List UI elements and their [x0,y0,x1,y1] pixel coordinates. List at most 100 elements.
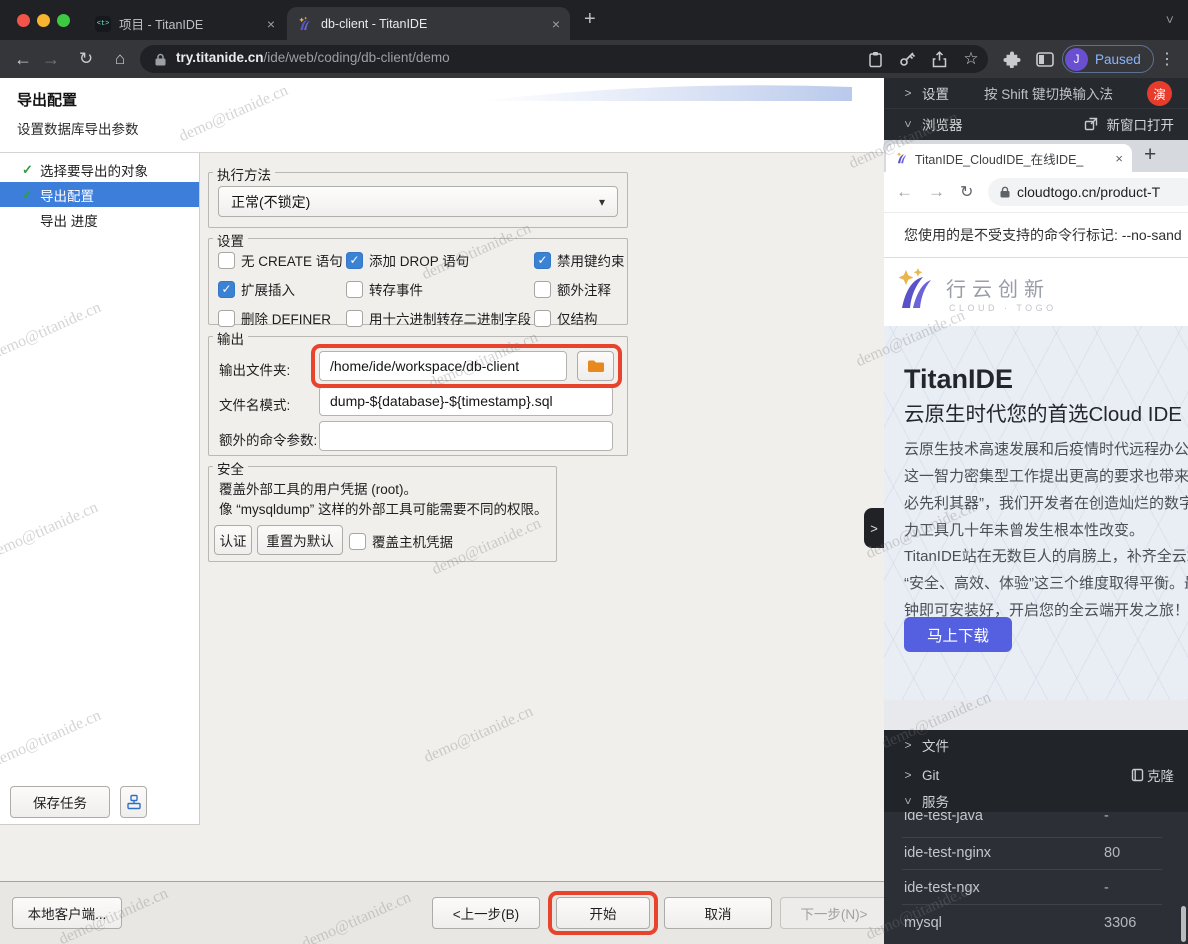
clone-repo-label[interactable]: 克隆 [1147,765,1174,785]
avatar: J [1065,48,1088,71]
download-button[interactable]: 马上下载 [904,617,1012,652]
option-label: 用十六进制转存二进制字段 [369,308,531,328]
page-title: 导出配置 [17,89,77,110]
tab-strip: <t> 项目 - TitanIDE × db-client - TitanIDE… [0,0,1188,40]
checkbox-icon: ✓ [346,281,363,298]
cloudtogo-logo-block: 行云创新 CLOUD · TOGO [884,258,1188,326]
open-new-window-icon[interactable] [1084,117,1098,131]
files-panel-label: 文件 [922,735,949,755]
services-panel-label: 服务 [922,791,949,811]
embedded-tab[interactable]: TitanIDE_CloudIDE_在线IDE_ × [886,144,1132,172]
service-name: ide-test-java [904,812,983,824]
service-row[interactable]: mysql 3306 [884,909,1188,939]
panel-collapse-handle[interactable]: > [864,508,884,548]
minimize-window-button[interactable] [37,14,50,27]
option-disable-keys[interactable]: ✓禁用键约束 [534,250,625,270]
extra-args-input[interactable] [319,421,613,451]
option-structure-only[interactable]: ✓仅结构 [534,308,625,328]
hero-title: TitanIDE [904,364,1013,395]
clone-repo-icon[interactable] [1131,768,1144,782]
bookmark-star-icon[interactable]: ☆ [961,40,981,78]
clipboard-icon[interactable] [866,40,884,78]
unsupported-flag-warning: 您使用的是不受支持的命令行标记: --no-sand [884,212,1188,258]
embedded-address-bar[interactable]: cloudtogo.cn/product-T [988,178,1188,206]
group-label: 输出 [213,328,248,348]
service-row[interactable]: ide-test-java - [884,812,1188,832]
exec-method-select[interactable]: 正常(不锁定) ▾ [218,186,618,217]
share-icon[interactable] [930,40,948,78]
local-client-button[interactable]: 本地客户端... [12,897,122,929]
scrollbar-thumb[interactable] [1181,906,1186,942]
zoom-window-button[interactable] [57,14,70,27]
git-panel-row[interactable]: > Git 克隆 [884,760,1188,790]
profile-chip[interactable]: J Paused [1062,45,1154,73]
chevron-down-icon: ▾ [599,195,605,209]
security-line2: 像 “mysqldump” 这样的外部工具可能需要不同的权限。 [219,498,548,518]
back-icon[interactable]: ← [12,40,34,78]
reset-default-button[interactable]: 重置为默认 [257,525,343,555]
browser-toolbar: ← → ↻ ⌂ try.titanide.cn/ide/web/coding/d… [0,40,1188,78]
forward-icon[interactable]: → [928,172,945,212]
back-step-button[interactable]: <上一步(B) [432,897,540,929]
tab-db-client[interactable]: db-client - TitanIDE × [287,7,570,40]
service-name: ide-test-ngx [904,880,980,896]
settings-section-row[interactable]: > 设置 按 Shift 键切换输入法 演 [884,78,1188,109]
auth-button[interactable]: 认证 [214,525,252,555]
tab-project[interactable]: <t> 项目 - TitanIDE × [85,7,285,40]
service-row[interactable]: ide-test-ngx - [884,874,1188,904]
step-export-config[interactable]: ✓ 导出配置 [0,182,199,207]
tab-search-icon[interactable]: > [1163,16,1178,24]
service-name: ide-test-nginx [904,845,991,861]
step-select-objects[interactable]: ✓ 选择要导出的对象 [0,157,199,182]
files-panel-row[interactable]: > 文件 [884,730,1188,760]
option-extra-comments[interactable]: ✓额外注释 [534,279,625,299]
open-new-window-label[interactable]: 新窗口打开 [1107,114,1175,134]
new-tab-button[interactable]: + [584,8,596,31]
close-tab-icon[interactable]: × [1115,151,1123,166]
page-subtitle: 设置数据库导出参数 [17,118,139,138]
chevron-right-icon: > [902,768,914,782]
option-remove-definer[interactable]: ✓删除 DEFINER [218,308,346,328]
row-divider [902,869,1162,870]
side-panel-icon[interactable] [1035,40,1055,78]
close-tab-icon[interactable]: × [552,17,560,31]
option-extended-insert[interactable]: ✓扩展插入 [218,279,346,299]
browser-section-label: 浏览器 [922,114,963,134]
browser-section-row[interactable]: > 浏览器 新窗口打开 [884,108,1188,140]
cancel-button[interactable]: 取消 [664,897,772,929]
filename-pattern-input[interactable] [319,386,613,416]
titanide-logo-favicon [895,151,909,165]
extensions-puzzle-icon[interactable] [1002,40,1022,78]
close-window-button[interactable] [17,14,30,27]
cloudtogo-logo-subtitle: CLOUD · TOGO [949,303,1057,313]
back-icon[interactable]: ← [896,172,913,212]
checkbox-icon: ✓ [346,310,363,327]
menu-dots-icon[interactable]: ⋮ [1158,40,1176,78]
forward-icon[interactable]: → [40,40,62,78]
embedded-tab-title: TitanIDE_CloudIDE_在线IDE_ [915,149,1109,168]
step-export-progress[interactable]: ✓ 导出 进度 [0,207,199,232]
close-tab-icon[interactable]: × [267,17,275,31]
browse-folder-button[interactable] [577,351,614,381]
step-check-icon: ✓ [22,187,38,203]
override-host-credentials-checkbox[interactable]: ✓ 覆盖主机凭据 [349,531,453,551]
settings-section-label: 设置 [922,83,949,103]
key-icon[interactable] [898,40,916,78]
reload-icon[interactable]: ↻ [75,40,97,78]
option-dump-events[interactable]: ✓转存事件 [346,279,534,299]
services-panel-row[interactable]: > 服务 [884,790,1188,812]
preset-boxes-icon [126,794,142,810]
option-add-drop[interactable]: ✓添加 DROP 语句 [346,250,534,270]
browser-window: <t> 项目 - TitanIDE × db-client - TitanIDE… [0,0,1188,944]
save-task-button[interactable]: 保存任务 [10,786,110,818]
option-no-create[interactable]: ✓无 CREATE 语句 [218,250,346,270]
save-preset-icon-button[interactable] [120,786,147,818]
home-icon[interactable]: ⌂ [109,40,131,78]
service-row[interactable]: ide-test-nginx 80 [884,839,1188,869]
ide-side-panel: > 设置 按 Shift 键切换输入法 演 > 浏览器 新窗口打开 [884,78,1188,944]
output-folder-input[interactable] [319,351,567,381]
start-button[interactable]: 开始 [556,897,650,929]
reload-icon[interactable]: ↻ [960,172,973,212]
new-tab-button[interactable]: + [1144,143,1156,167]
option-hex-binary[interactable]: ✓ 用十六进制转存二进制字段 [346,308,534,328]
